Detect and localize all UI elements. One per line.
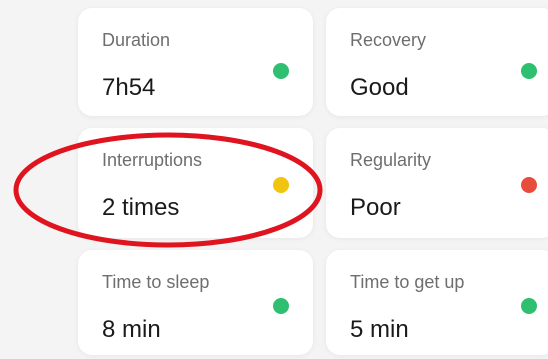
status-dot-icon xyxy=(273,177,289,193)
time-to-sleep-card[interactable]: Time to sleep 8 min xyxy=(78,250,313,355)
recovery-card[interactable]: Recovery Good xyxy=(326,8,548,116)
status-dot-icon xyxy=(273,63,289,79)
regularity-card[interactable]: Regularity Poor xyxy=(326,128,548,238)
interruptions-label: Interruptions xyxy=(102,150,203,170)
interruptions-value: 2 times xyxy=(102,194,180,221)
duration-label: Duration xyxy=(102,30,171,50)
status-dot-icon xyxy=(521,177,537,193)
time-to-get-up-value: 5 min xyxy=(350,316,409,343)
recovery-value: Good xyxy=(350,74,409,101)
sleep-metrics-grid: Duration 7h54 Recovery Good Interruption… xyxy=(0,0,548,359)
status-dot-icon xyxy=(521,298,537,314)
recovery-label: Recovery xyxy=(350,30,427,50)
duration-value: 7h54 xyxy=(102,74,156,101)
status-dot-icon xyxy=(273,298,289,314)
status-dot-icon xyxy=(521,63,537,79)
time-to-sleep-label: Time to sleep xyxy=(102,272,210,292)
time-to-get-up-card[interactable]: Time to get up 5 min xyxy=(326,250,548,355)
duration-card[interactable]: Duration 7h54 xyxy=(78,8,313,116)
time-to-get-up-label: Time to get up xyxy=(350,272,465,292)
interruptions-card[interactable]: Interruptions 2 times xyxy=(78,128,313,238)
time-to-sleep-value: 8 min xyxy=(102,316,161,343)
regularity-label: Regularity xyxy=(350,150,432,170)
regularity-value: Poor xyxy=(350,194,401,221)
